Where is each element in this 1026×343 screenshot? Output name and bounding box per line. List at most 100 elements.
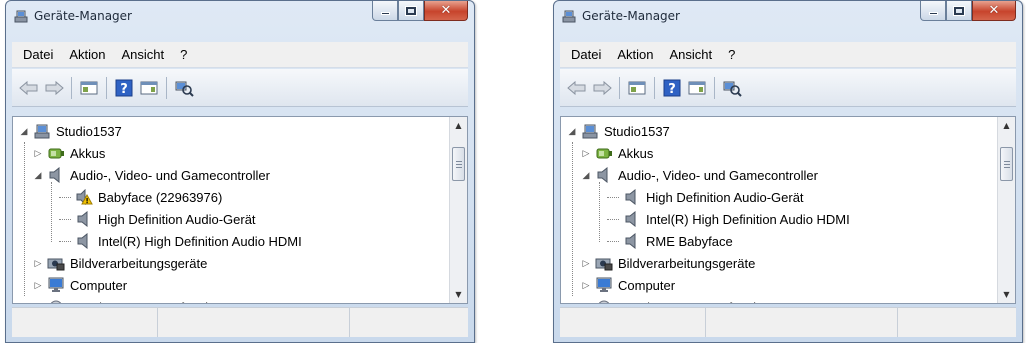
- collapsed-arrow-icon[interactable]: ▷: [33, 258, 43, 268]
- camera-icon: [47, 255, 65, 271]
- scroll-up-button[interactable]: ▲: [450, 117, 467, 134]
- scrollbar-thumb[interactable]: [1000, 147, 1013, 181]
- tree-guide-line: [599, 182, 600, 242]
- tree-guide-line: [572, 142, 573, 296]
- expanded-arrow-icon[interactable]: ◢: [19, 126, 29, 136]
- tree-item[interactable]: ◢ Audio-, Video- und Gamecontroller: [581, 164, 818, 186]
- menu-help[interactable]: ?: [172, 47, 195, 62]
- device-manager-app-icon[interactable]: [561, 8, 577, 24]
- maximize-button[interactable]: [946, 1, 972, 21]
- disc-icon: [47, 299, 65, 303]
- menu-aktion[interactable]: Aktion: [61, 47, 113, 62]
- forward-button[interactable]: [43, 77, 65, 99]
- menu-ansicht[interactable]: Ansicht: [662, 47, 721, 62]
- monitor-icon: [47, 277, 65, 293]
- collapsed-arrow-icon[interactable]: ▷: [33, 280, 43, 290]
- expanded-arrow-icon[interactable]: ◢: [567, 126, 577, 136]
- back-button[interactable]: [566, 77, 588, 99]
- tree-item[interactable]: High Definition Audio-Gerät: [59, 208, 256, 230]
- tree-item[interactable]: ▷ Computer: [581, 274, 675, 296]
- tree-item[interactable]: High Definition Audio-Gerät: [607, 186, 804, 208]
- tree-item[interactable]: RME Babyface: [607, 230, 733, 252]
- collapsed-arrow-icon[interactable]: ▷: [33, 148, 43, 158]
- title-bar[interactable]: Geräte-Manager ✕: [554, 1, 1022, 31]
- tree-item[interactable]: Babyface (22963976): [59, 186, 222, 208]
- toolbar: ?: [560, 69, 1016, 107]
- tree-connector: [59, 196, 71, 198]
- computer-icon: [33, 123, 51, 139]
- forward-button[interactable]: [591, 77, 613, 99]
- scrollbar-thumb[interactable]: [452, 147, 465, 181]
- vertical-scrollbar[interactable]: ▲ ▼: [997, 117, 1015, 303]
- tree-item-label: Intel(R) High Definition Audio HDMI: [646, 211, 850, 227]
- help-button[interactable]: ?: [661, 77, 683, 99]
- tree-item[interactable]: Intel(R) High Definition Audio HDMI: [59, 230, 302, 252]
- scroll-down-button[interactable]: ▼: [998, 286, 1015, 303]
- tree-item[interactable]: Intel(R) High Definition Audio HDMI: [607, 208, 850, 230]
- tree-item[interactable]: ▷ Computer: [33, 274, 127, 296]
- console-tree-icon: [628, 81, 646, 94]
- close-button[interactable]: ✕: [424, 1, 468, 21]
- tree-item-label: Computer: [70, 277, 128, 293]
- show-hide-console-tree-button[interactable]: [626, 77, 648, 99]
- window-title: Geräte-Manager: [582, 9, 680, 23]
- minimize-button[interactable]: [920, 1, 946, 21]
- window-controls: ✕: [372, 1, 468, 23]
- back-arrow-icon: [19, 80, 38, 95]
- collapsed-arrow-icon[interactable]: ▷: [33, 302, 43, 304]
- tree-item[interactable]: ▷ DVD/CD-ROM-Laufwerke: [581, 296, 767, 304]
- tree-item[interactable]: ▷ Akkus: [33, 142, 106, 164]
- tree-item[interactable]: ▷ Akkus: [581, 142, 654, 164]
- close-button[interactable]: ✕: [972, 1, 1016, 21]
- help-button[interactable]: ?: [113, 77, 135, 99]
- vertical-scrollbar[interactable]: ▲ ▼: [449, 117, 467, 303]
- scan-hardware-button[interactable]: [721, 77, 743, 99]
- scroll-up-button[interactable]: ▲: [998, 117, 1015, 134]
- menu-aktion[interactable]: Aktion: [609, 47, 661, 62]
- collapsed-arrow-icon[interactable]: ▷: [581, 258, 591, 268]
- device-manager-app-icon[interactable]: [13, 8, 29, 24]
- collapsed-arrow-icon[interactable]: ▷: [581, 302, 591, 304]
- toolbar: ?: [12, 69, 468, 107]
- back-button[interactable]: [18, 77, 40, 99]
- collapsed-arrow-icon[interactable]: ▷: [581, 148, 591, 158]
- battery-icon: [595, 145, 613, 161]
- toolbar-separator: [654, 76, 655, 99]
- tree-item-label: Akkus: [70, 145, 106, 161]
- menu-datei[interactable]: Datei: [15, 47, 61, 62]
- scan-hardware-button[interactable]: [173, 77, 195, 99]
- menu-help[interactable]: ?: [720, 47, 743, 62]
- thumb-grip: [456, 167, 462, 168]
- minimize-icon: [380, 12, 390, 15]
- tree-item-label: RME Babyface: [646, 233, 733, 249]
- tree-item-label: Audio-, Video- und Gamecontroller: [70, 167, 270, 183]
- status-cell: [706, 308, 898, 337]
- show-hide-action-pane-button[interactable]: [138, 77, 160, 99]
- tree-item-label: Intel(R) High Definition Audio HDMI: [98, 233, 302, 249]
- show-hide-action-pane-button[interactable]: [686, 77, 708, 99]
- menu-ansicht[interactable]: Ansicht: [114, 47, 173, 62]
- tree-item[interactable]: ▷ DVD/CD-ROM-Laufwerke: [33, 296, 219, 304]
- tree-item[interactable]: ◢ Studio1537: [567, 120, 670, 142]
- menu-datei[interactable]: Datei: [563, 47, 609, 62]
- disc-icon: [595, 299, 613, 303]
- help-icon: ?: [663, 79, 681, 97]
- tree-item[interactable]: ◢ Audio-, Video- und Gamecontroller: [33, 164, 270, 186]
- svg-text:?: ?: [120, 82, 128, 97]
- forward-arrow-icon: [45, 80, 64, 95]
- show-hide-console-tree-button[interactable]: [78, 77, 100, 99]
- status-cell: [12, 308, 158, 337]
- tree-item[interactable]: ▷ Bildverarbeitungsgeräte: [581, 252, 755, 274]
- title-bar[interactable]: Geräte-Manager ✕: [6, 1, 474, 31]
- status-cell: [560, 308, 706, 337]
- close-icon: ✕: [988, 3, 1000, 18]
- scroll-down-button[interactable]: ▼: [450, 286, 467, 303]
- tree-item[interactable]: ◢ Studio1537: [19, 120, 122, 142]
- expanded-arrow-icon[interactable]: ◢: [33, 170, 43, 180]
- minimize-button[interactable]: [372, 1, 398, 21]
- tree-item[interactable]: ▷ Bildverarbeitungsgeräte: [33, 252, 207, 274]
- maximize-button[interactable]: [398, 1, 424, 21]
- menu-bar: Datei Aktion Ansicht ?: [560, 42, 1016, 68]
- collapsed-arrow-icon[interactable]: ▷: [581, 280, 591, 290]
- expanded-arrow-icon[interactable]: ◢: [581, 170, 591, 180]
